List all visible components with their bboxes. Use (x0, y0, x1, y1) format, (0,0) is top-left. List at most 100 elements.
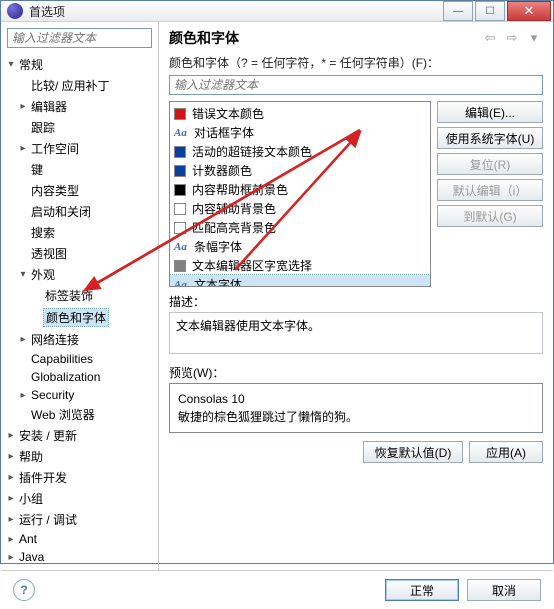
preview-sample-text: 敏捷的棕色狐狸跳过了懒惰的狗。 (178, 408, 534, 426)
tree-node-label: 标签装饰 (43, 287, 95, 304)
to-default-button[interactable]: 到默认(G) (437, 205, 543, 227)
tree-node-label: Globalization (29, 370, 102, 384)
page-title: 颜色和字体 (169, 28, 477, 48)
tree-node-label: Web 浏览器 (29, 406, 97, 423)
tree-node[interactable]: ▸网络连接 (5, 329, 158, 350)
list-item[interactable]: Aa条幅字体 (170, 237, 430, 256)
tree-node-label: 常规 (17, 56, 45, 73)
tree-node[interactable]: 键 (5, 159, 158, 180)
list-item[interactable]: Aa对话框字体 (170, 123, 430, 142)
tree-node[interactable]: ▸运行 / 调试 (5, 509, 158, 530)
preference-tree[interactable]: ▾常规比较/ 应用补丁▸编辑器跟踪▸工作空间键内容类型启动和关闭搜索透视图▾外观… (1, 52, 158, 570)
maximize-button[interactable]: ☐ (475, 1, 505, 21)
tree-node-label: 网络连接 (29, 331, 81, 348)
list-item[interactable]: 内容帮助框前景色 (170, 180, 430, 199)
tree-node[interactable]: 标签装饰 (5, 285, 158, 306)
tree-node-label: 颜色和字体 (43, 308, 109, 327)
tree-node-label: 安装 / 更新 (17, 427, 79, 444)
filter-label: 颜色和字体（? = 任何字符，* = 任何字符串）(F)： (169, 54, 543, 71)
nav-forward-icon[interactable]: ⇨ (503, 30, 521, 46)
color-swatch-icon (174, 222, 186, 234)
color-swatch-icon (174, 203, 186, 215)
restore-defaults-button[interactable]: 恢复默认值(D) (363, 441, 463, 463)
menu-dropdown-icon[interactable]: ▾ (525, 30, 543, 46)
expand-icon[interactable]: ▸ (17, 390, 29, 401)
list-item[interactable]: 内容辅助背景色 (170, 199, 430, 218)
reset-button[interactable]: 复位(R) (437, 153, 543, 175)
tree-node[interactable]: Globalization (5, 368, 158, 386)
list-item[interactable]: 匹配高亮背景色 (170, 218, 430, 237)
tree-node[interactable]: ▸小组 (5, 488, 158, 509)
color-font-filter-input[interactable] (169, 75, 543, 95)
sidebar-filter-input[interactable] (7, 28, 152, 48)
tree-node[interactable]: ▸插件开发 (5, 467, 158, 488)
use-system-font-button[interactable]: 使用系统字体(U) (437, 127, 543, 149)
expand-icon[interactable]: ▸ (5, 472, 17, 483)
list-item[interactable]: 错误文本颜色 (170, 104, 430, 123)
color-swatch-icon (174, 184, 186, 196)
list-item[interactable]: 计数器颜色 (170, 161, 430, 180)
cancel-button[interactable]: 取消 (467, 579, 541, 601)
list-item-label: 计数器颜色 (192, 162, 252, 179)
tree-node[interactable]: 跟踪 (5, 117, 158, 138)
tree-node-label: 编辑器 (29, 98, 69, 115)
expand-icon[interactable]: ▸ (17, 143, 29, 154)
preview-font-name: Consolas 10 (178, 390, 534, 408)
expand-icon[interactable]: ▸ (5, 451, 17, 462)
close-button[interactable]: ✕ (507, 1, 551, 21)
tree-node[interactable]: 比较/ 应用补丁 (5, 75, 158, 96)
nav-back-icon[interactable]: ⇦ (481, 30, 499, 46)
minimize-button[interactable]: — (443, 1, 473, 21)
list-item-label: 活动的超链接文本颜色 (192, 143, 312, 160)
preview-label: 预览(W)： (169, 364, 543, 381)
tree-node[interactable]: Capabilities (5, 350, 158, 368)
tree-node[interactable]: ▾外观 (5, 264, 158, 285)
tree-node-label: Capabilities (29, 352, 95, 366)
font-icon: Aa (174, 279, 188, 288)
expand-icon[interactable]: ▸ (17, 334, 29, 345)
tree-node[interactable]: 颜色和字体 (5, 306, 158, 329)
collapse-icon[interactable]: ▾ (5, 59, 17, 70)
tree-node[interactable]: Web 浏览器 (5, 404, 158, 425)
description-text: 文本编辑器使用文本字体。 (176, 319, 320, 333)
list-item[interactable]: 活动的超链接文本颜色 (170, 142, 430, 161)
font-icon: Aa (174, 127, 188, 139)
expand-icon[interactable]: ▸ (5, 493, 17, 504)
help-icon[interactable]: ? (13, 579, 35, 601)
dialog-footer: ? 正常 取消 (1, 570, 553, 609)
tree-node[interactable]: ▸Java (5, 548, 158, 566)
button-column: 编辑(E)... 使用系统字体(U) 复位(R) 默认编辑（i） 到默认(G) (437, 101, 543, 287)
expand-icon[interactable]: ▸ (5, 552, 17, 563)
default-edit-button[interactable]: 默认编辑（i） (437, 179, 543, 201)
tree-node[interactable]: ▸Ant (5, 530, 158, 548)
collapse-icon[interactable]: ▾ (17, 269, 29, 280)
apply-button[interactable]: 应用(A) (469, 441, 543, 463)
description-label: 描述： (169, 293, 543, 310)
list-item-label: 错误文本颜色 (192, 105, 264, 122)
tree-node[interactable]: ▸安装 / 更新 (5, 425, 158, 446)
tree-node[interactable]: ▸工作空间 (5, 138, 158, 159)
expand-icon[interactable]: ▸ (5, 514, 17, 525)
tree-node[interactable]: ▸Security (5, 386, 158, 404)
expand-icon[interactable]: ▸ (5, 430, 17, 441)
edit-button[interactable]: 编辑(E)... (437, 101, 543, 123)
color-swatch-icon (174, 260, 186, 272)
tree-node[interactable]: 内容类型 (5, 180, 158, 201)
window-title: 首选项 (29, 3, 441, 20)
color-font-list[interactable]: 错误文本颜色Aa对话框字体活动的超链接文本颜色计数器颜色内容帮助框前景色内容辅助… (169, 101, 431, 287)
tree-node[interactable]: ▸帮助 (5, 446, 158, 467)
expand-icon[interactable]: ▸ (17, 101, 29, 112)
tree-node-label: 比较/ 应用补丁 (29, 77, 112, 94)
list-item[interactable]: Aa文本字体 (170, 275, 430, 287)
tree-node[interactable]: ▾常规 (5, 54, 158, 75)
list-item[interactable]: 文本编辑器区字宽选择 (170, 256, 430, 275)
tree-node[interactable]: 透视图 (5, 243, 158, 264)
ok-button[interactable]: 正常 (385, 579, 459, 601)
tree-node[interactable]: 启动和关闭 (5, 201, 158, 222)
list-item-label: 匹配高亮背景色 (192, 219, 276, 236)
tree-node-label: 运行 / 调试 (17, 511, 79, 528)
tree-node[interactable]: 搜索 (5, 222, 158, 243)
tree-node-label: 键 (29, 161, 45, 178)
tree-node[interactable]: ▸编辑器 (5, 96, 158, 117)
expand-icon[interactable]: ▸ (5, 534, 17, 545)
